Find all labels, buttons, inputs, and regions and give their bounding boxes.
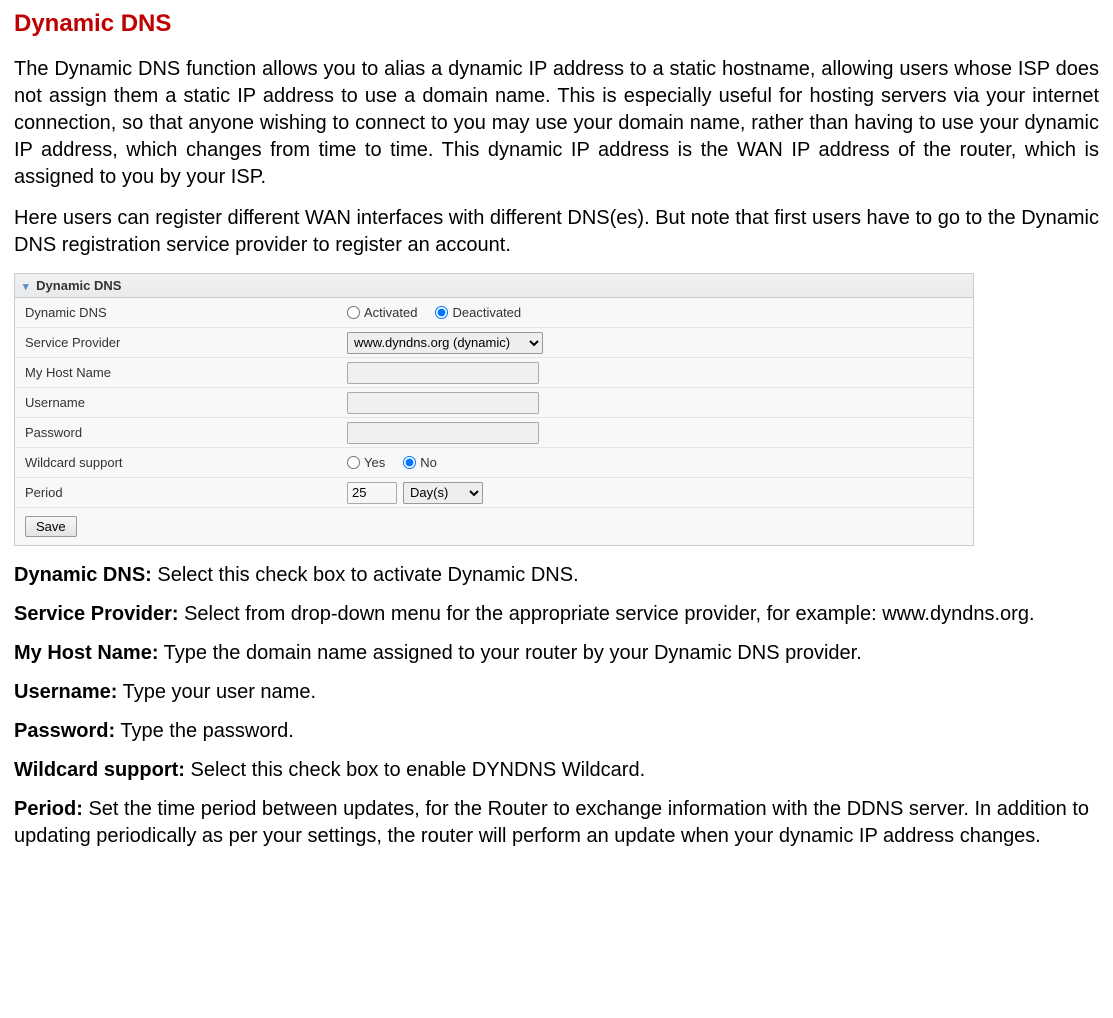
desc-dynamic-dns-text: Select this check box to activate Dynami… bbox=[152, 564, 579, 586]
radio-wildcard-yes-wrap[interactable]: Yes bbox=[347, 455, 385, 470]
label-period: Period bbox=[15, 481, 337, 504]
period-input[interactable] bbox=[347, 482, 397, 504]
desc-period-text: Set the time period between updates, for… bbox=[14, 798, 1089, 847]
desc-service-provider: Service Provider: Select from drop-down … bbox=[14, 601, 1099, 628]
period-unit-select[interactable]: Day(s) bbox=[403, 482, 483, 504]
radio-wildcard-yes[interactable] bbox=[347, 456, 360, 469]
desc-period: Period: Set the time period between upda… bbox=[14, 796, 1099, 850]
desc-hostname-label: My Host Name: bbox=[14, 642, 158, 664]
row-hostname: My Host Name bbox=[15, 358, 973, 388]
save-row: Save bbox=[15, 508, 973, 545]
label-dynamic-dns: Dynamic DNS bbox=[15, 301, 337, 324]
password-input[interactable] bbox=[347, 422, 539, 444]
username-input[interactable] bbox=[347, 392, 539, 414]
desc-wildcard-text: Select this check box to enable DYNDNS W… bbox=[185, 759, 645, 781]
radio-wildcard-no-wrap[interactable]: No bbox=[403, 455, 437, 470]
row-service-provider: Service Provider www.dyndns.org (dynamic… bbox=[15, 328, 973, 358]
service-provider-select[interactable]: www.dyndns.org (dynamic) bbox=[347, 332, 543, 354]
label-password: Password bbox=[15, 421, 337, 444]
radio-wildcard-no[interactable] bbox=[403, 456, 416, 469]
desc-service-provider-label: Service Provider: bbox=[14, 603, 179, 625]
label-service-provider: Service Provider bbox=[15, 331, 337, 354]
desc-username-text: Type your user name. bbox=[117, 681, 316, 703]
radio-deactivated-wrap[interactable]: Deactivated bbox=[435, 305, 521, 320]
desc-username: Username: Type your user name. bbox=[14, 679, 1099, 706]
desc-hostname-text: Type the domain name assigned to your ro… bbox=[158, 642, 861, 664]
desc-password: Password: Type the password. bbox=[14, 718, 1099, 745]
panel-title: Dynamic DNS bbox=[36, 278, 121, 293]
desc-password-text: Type the password. bbox=[115, 720, 294, 742]
hostname-input[interactable] bbox=[347, 362, 539, 384]
intro-paragraph-2: Here users can register different WAN in… bbox=[14, 205, 1099, 259]
radio-activated[interactable] bbox=[347, 306, 360, 319]
page-heading: Dynamic DNS bbox=[14, 10, 1099, 38]
save-button[interactable]: Save bbox=[25, 516, 77, 537]
radio-wildcard-no-label: No bbox=[420, 455, 437, 470]
intro-paragraph-1: The Dynamic DNS function allows you to a… bbox=[14, 56, 1099, 191]
ddns-config-panel: Dynamic DNS Dynamic DNS Activated Deacti… bbox=[14, 273, 974, 546]
radio-activated-label: Activated bbox=[364, 305, 417, 320]
desc-hostname: My Host Name: Type the domain name assig… bbox=[14, 640, 1099, 667]
desc-username-label: Username: bbox=[14, 681, 117, 703]
radio-wildcard-yes-label: Yes bbox=[364, 455, 385, 470]
row-period: Period Day(s) bbox=[15, 478, 973, 508]
desc-password-label: Password: bbox=[14, 720, 115, 742]
desc-wildcard-label: Wildcard support: bbox=[14, 759, 185, 781]
row-username: Username bbox=[15, 388, 973, 418]
desc-dynamic-dns-label: Dynamic DNS: bbox=[14, 564, 152, 586]
row-wildcard: Wildcard support Yes No bbox=[15, 448, 973, 478]
label-wildcard: Wildcard support bbox=[15, 451, 337, 474]
label-hostname: My Host Name bbox=[15, 361, 337, 384]
radio-deactivated[interactable] bbox=[435, 306, 448, 319]
desc-service-provider-text: Select from drop-down menu for the appro… bbox=[179, 603, 1035, 625]
desc-period-label: Period: bbox=[14, 798, 83, 820]
panel-header: Dynamic DNS bbox=[15, 274, 973, 298]
radio-deactivated-label: Deactivated bbox=[452, 305, 521, 320]
desc-wildcard: Wildcard support: Select this check box … bbox=[14, 757, 1099, 784]
row-password: Password bbox=[15, 418, 973, 448]
radio-activated-wrap[interactable]: Activated bbox=[347, 305, 417, 320]
desc-dynamic-dns: Dynamic DNS: Select this check box to ac… bbox=[14, 562, 1099, 589]
label-username: Username bbox=[15, 391, 337, 414]
row-dynamic-dns: Dynamic DNS Activated Deactivated bbox=[15, 298, 973, 328]
